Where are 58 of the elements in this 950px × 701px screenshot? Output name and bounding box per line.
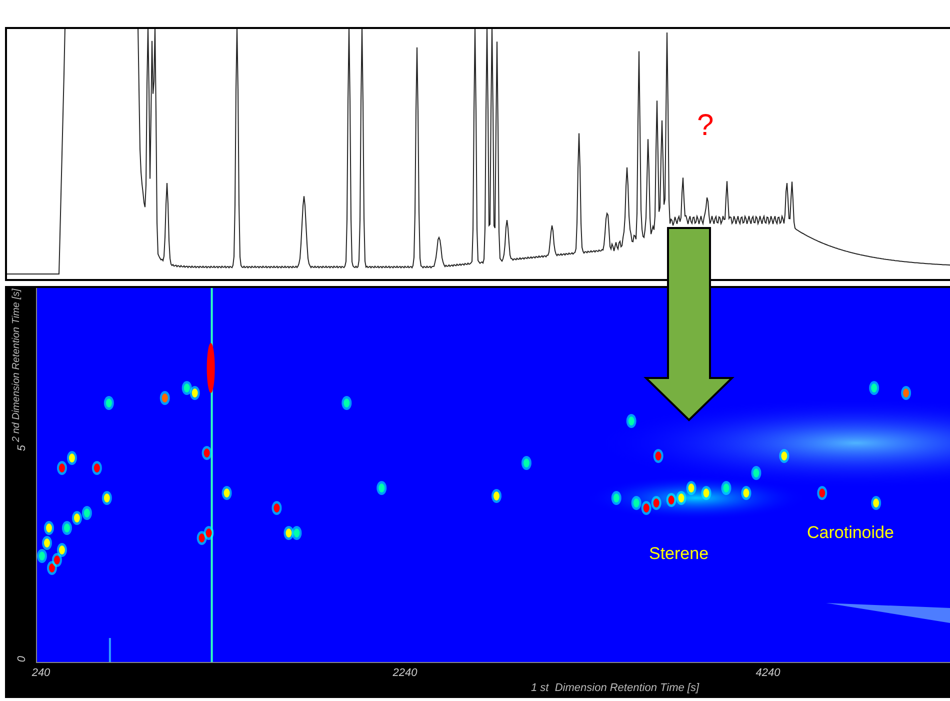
heatmap-spot [611,491,622,505]
heatmap-spot [676,491,686,505]
heatmap-spot [44,521,54,535]
heatmap-spot [182,381,192,395]
x-tick-label: 2240 [392,667,418,679]
heatmap-spot [52,553,62,567]
intensity-streak [108,638,111,662]
heatmap-spot [653,449,664,463]
heatmap-spot [72,511,82,525]
question-mark: ? [697,109,714,143]
heatmap-spot [869,381,880,395]
heatmap-spot [62,521,72,535]
heatmap-spot [42,536,52,550]
x-tick-label: 4240 [756,667,780,679]
heatmap-spot [871,496,882,510]
heatmap-spot [641,501,652,515]
heatmap-spot [292,526,302,540]
heatmap-spot [37,549,47,563]
heatmap-spot [901,386,912,400]
heatmap-spot [779,449,790,463]
heatmap-spot [626,414,636,428]
heatmap-spot [686,481,696,495]
heatmap-spot [741,486,752,500]
heatmap-spot [376,481,387,495]
heatmap-spot [204,526,214,540]
heatmap-spot [66,451,77,465]
heatmap-spot [82,506,92,520]
heatmap-spot [817,486,828,500]
heatmap-spot [202,446,212,460]
peak-group-label: Carotinoide [807,523,894,543]
heatmap-spot [666,493,676,507]
heatmap-spot [56,543,67,557]
heatmap-spot [631,496,642,510]
heatmap-spot [47,561,57,575]
heatmap-spot [651,496,662,510]
heatmap-spot [342,396,352,410]
heatmap-spot [56,461,67,475]
heatmap-spot [196,531,207,545]
heatmap-spot [521,456,532,470]
heatmap-spot [190,386,200,400]
heatmap-spot [721,481,732,495]
y-tick-label: 0 [16,656,28,662]
heatmap-spot [272,501,282,515]
heatmap-spot [160,391,170,405]
heatmap-spot [701,486,712,500]
heatmap-spot [102,491,112,505]
heatmap-spot [284,526,294,540]
y-axis-title: 2 nd Dimension Retention Time [s] [11,288,22,442]
heatmap-spot [104,396,114,410]
heatmap-spot [222,486,232,500]
heatmap-spot [751,466,762,480]
x-tick-label: 240 [32,667,50,679]
y-tick-label: 5 [16,444,28,452]
heatmap-spot [492,489,502,503]
peak-group-label: Sterene [649,544,709,564]
heatmap-spot [92,461,102,475]
x-axis-title: 1 st Dimension Retention Time [s] [531,682,700,694]
heatmap-spot [206,343,215,393]
